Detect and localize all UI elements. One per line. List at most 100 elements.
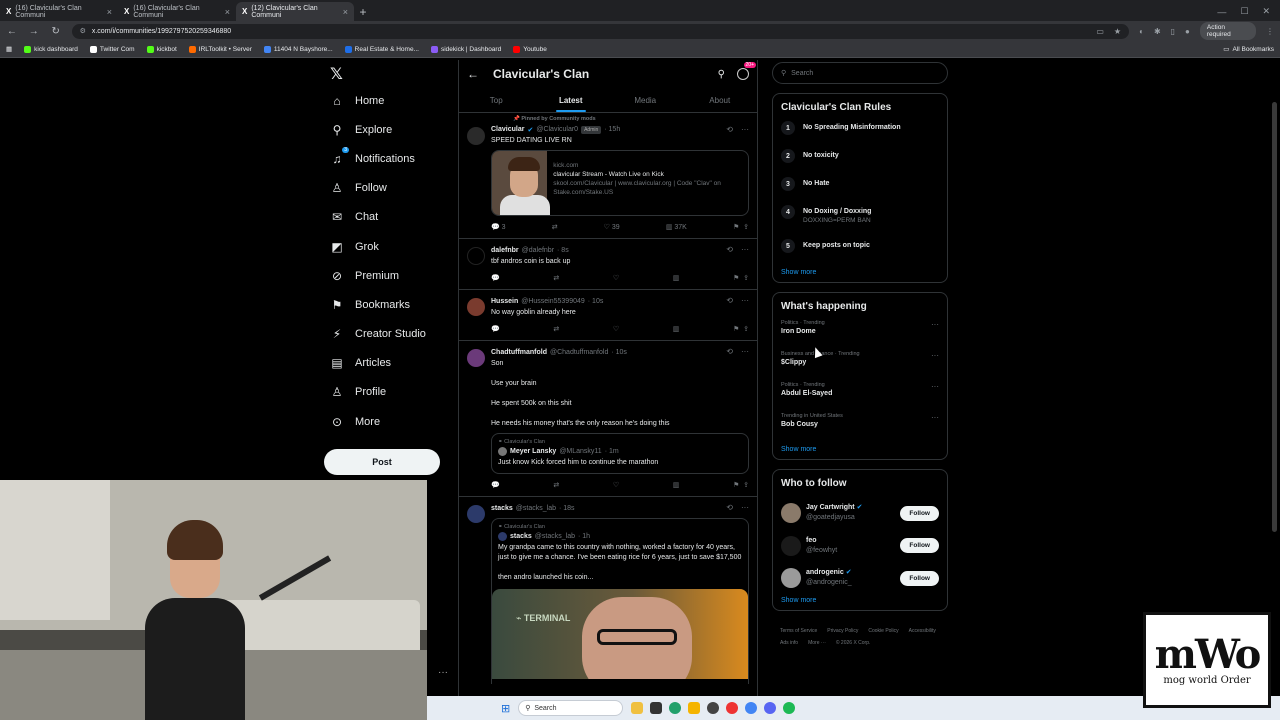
avatar[interactable] xyxy=(467,247,485,265)
browser-tab[interactable]: X (16) Clavicular's Clan Communi × xyxy=(118,2,236,21)
scroll-thumb[interactable] xyxy=(1272,102,1277,532)
nav-explore[interactable]: ⚲ Explore xyxy=(324,115,444,144)
follow-button[interactable]: Follow xyxy=(900,538,939,554)
back-icon[interactable]: ← xyxy=(6,26,18,37)
retweet-icon[interactable]: ⇄ xyxy=(553,325,559,333)
more-options-icon[interactable]: ··· xyxy=(931,351,939,360)
follow-suggestion[interactable]: androgenic ✔ @androgenic_ Follow xyxy=(781,562,939,595)
forward-icon[interactable]: → xyxy=(28,26,40,37)
reply-icon[interactable]: 💬 xyxy=(491,274,500,282)
more-options-icon[interactable]: ··· xyxy=(741,347,749,356)
close-tab-icon[interactable]: × xyxy=(225,7,230,17)
like-icon[interactable]: ♡ xyxy=(613,481,619,489)
bookmark-item[interactable]: IRLToolkit • Server xyxy=(188,45,252,53)
nav-profile[interactable]: ♙ Profile xyxy=(324,378,444,407)
footer-link[interactable]: Accessibility xyxy=(909,625,936,637)
bookmark-item[interactable]: sidekick | Dashboard xyxy=(430,45,501,53)
avatar[interactable] xyxy=(467,298,485,316)
bookmark-item[interactable]: kickbot xyxy=(146,45,177,53)
nav-premium[interactable]: ⊘ Premium xyxy=(324,261,444,290)
like-button[interactable]: ♡ 39 xyxy=(604,223,620,231)
maximize-icon[interactable]: ☐ xyxy=(1240,6,1248,17)
author-handle[interactable]: @Clavicular0 xyxy=(536,126,578,133)
more-options-icon[interactable]: ··· xyxy=(438,667,448,678)
tab-about[interactable]: About xyxy=(683,88,758,112)
bookmark-item[interactable]: 11404 N Bayshore... xyxy=(263,45,333,53)
bookmark-item[interactable]: Twitter Com xyxy=(89,45,135,53)
follow-suggestion[interactable]: Jay Cartwright ✔ @goatedjayusa Follow xyxy=(781,497,939,530)
minimize-icon[interactable]: — xyxy=(1217,7,1226,17)
bookmark-icon[interactable]: ⚑ ⇪ xyxy=(733,223,749,231)
reply-icon[interactable]: 💬 xyxy=(491,481,500,489)
menu-icon[interactable]: ⋮ xyxy=(1266,27,1274,36)
author-handle[interactable]: @Hussein55399049 xyxy=(521,298,585,305)
search-input[interactable]: ⚲ Search xyxy=(772,62,948,84)
more-options-icon[interactable]: ··· xyxy=(931,320,939,329)
more-options-icon[interactable]: ··· xyxy=(741,296,749,305)
bookmark-item[interactable]: Youtube xyxy=(513,45,547,53)
address-bar[interactable]: ⚙ x.com/i/communities/199279752025934688… xyxy=(71,23,1130,39)
back-arrow-icon[interactable]: ← xyxy=(467,67,479,81)
nav-chat[interactable]: ✉ Chat xyxy=(324,203,444,232)
more-options-icon[interactable]: ··· xyxy=(931,413,939,422)
avatar[interactable] xyxy=(467,505,485,523)
nav-grok[interactable]: ◩ Grok xyxy=(324,232,444,261)
post-button[interactable]: Post xyxy=(324,449,440,475)
tweet[interactable]: dalefnbr @dalefnbr · 8s ⟲ ··· tbf andros … xyxy=(459,239,757,290)
author-name[interactable]: Hussein xyxy=(491,298,518,305)
puzzle-icon[interactable]: ✱ xyxy=(1154,27,1161,36)
tweet[interactable]: Chadtuffmanfold @Chadtuffmanfold · 10s ⟲… xyxy=(459,341,757,497)
more-options-icon[interactable]: ··· xyxy=(741,125,749,134)
profile-icon[interactable]: ● xyxy=(1185,27,1190,36)
new-tab-button[interactable]: + xyxy=(354,2,372,21)
retweet-icon[interactable]: ⇄ xyxy=(553,481,559,489)
tweet[interactable]: 📌 Pinned by Community mods Clavicular ✔ … xyxy=(459,113,757,239)
more-options-icon[interactable]: ··· xyxy=(741,245,749,254)
show-more-link[interactable]: Show more xyxy=(781,446,939,453)
reply-button[interactable]: 💬 3 xyxy=(491,223,506,231)
bookmark-icon[interactable]: ⚑ ⇪ xyxy=(733,274,749,282)
x-logo-icon[interactable]: 𝕏 xyxy=(324,64,444,86)
bookmark-icon[interactable]: ⚑ ⇪ xyxy=(733,325,749,333)
sidepanel-icon[interactable]: ▯ xyxy=(1171,27,1175,36)
views-icon[interactable]: ▥ xyxy=(673,481,680,489)
close-tab-icon[interactable]: × xyxy=(343,7,348,17)
bookmark-item[interactable]: kick dashboard xyxy=(24,45,78,53)
nav-home[interactable]: ⌂ Home xyxy=(324,86,444,115)
tab-latest[interactable]: Latest xyxy=(534,88,609,112)
community-icon[interactable]: ⟲ xyxy=(726,245,733,254)
follow-button[interactable]: Follow xyxy=(900,570,939,586)
link-card[interactable]: kick.com clavicular Stream - Watch Live … xyxy=(491,150,749,216)
bookmark-star-icon[interactable]: ★ xyxy=(1114,27,1121,36)
nav-articles[interactable]: ▤ Articles xyxy=(324,349,444,378)
like-icon[interactable]: ♡ xyxy=(613,274,619,282)
browser-tab-active[interactable]: X (12) Clavicular's Clan Communi × xyxy=(236,2,354,21)
quoted-tweet[interactable]: ⚭ Clavicular's Clan stacks @stacks_lab ·… xyxy=(491,518,749,684)
tweet[interactable]: Hussein @Hussein55399049 · 10s ⟲ ··· No w… xyxy=(459,290,757,341)
footer-link[interactable]: Terms of Service xyxy=(780,625,817,637)
quote-image[interactable]: ⌁ TERMINAL xyxy=(492,589,748,679)
avatar[interactable] xyxy=(781,503,801,524)
author-name[interactable]: stacks xyxy=(491,505,513,512)
author-handle[interactable]: @Chadtuffmanfold xyxy=(550,349,608,356)
footer-link[interactable]: Privacy Policy xyxy=(827,625,858,637)
reply-icon[interactable]: 💬 xyxy=(491,325,500,333)
nav-notifications[interactable]: ♫ 3 Notifications xyxy=(324,144,444,173)
avatar[interactable] xyxy=(781,535,801,556)
views-icon[interactable]: ▥ xyxy=(673,325,680,333)
app-icon[interactable] xyxy=(669,702,682,714)
author-handle[interactable]: @dalefnbr xyxy=(522,247,554,254)
community-icon[interactable]: ⟲ xyxy=(726,347,733,356)
task-view-icon[interactable] xyxy=(650,702,663,714)
author-handle[interactable]: @stacks_lab xyxy=(516,505,556,512)
author-name[interactable]: dalefnbr xyxy=(491,247,519,254)
reload-icon[interactable]: ↻ xyxy=(50,26,62,37)
nav-follow[interactable]: ♙ Follow xyxy=(324,174,444,203)
browser-tab[interactable]: X (16) Clavicular's Clan Communi × xyxy=(0,2,118,21)
page-scrollbar[interactable] xyxy=(1272,62,1277,692)
all-bookmarks[interactable]: ▭ All Bookmarks xyxy=(1223,45,1274,54)
community-icon[interactable]: ⟲ xyxy=(726,125,733,134)
nav-more[interactable]: ⊙ More xyxy=(324,407,444,436)
taskbar-search[interactable]: ⚲ Search xyxy=(518,700,624,716)
folder-icon[interactable] xyxy=(688,702,701,714)
